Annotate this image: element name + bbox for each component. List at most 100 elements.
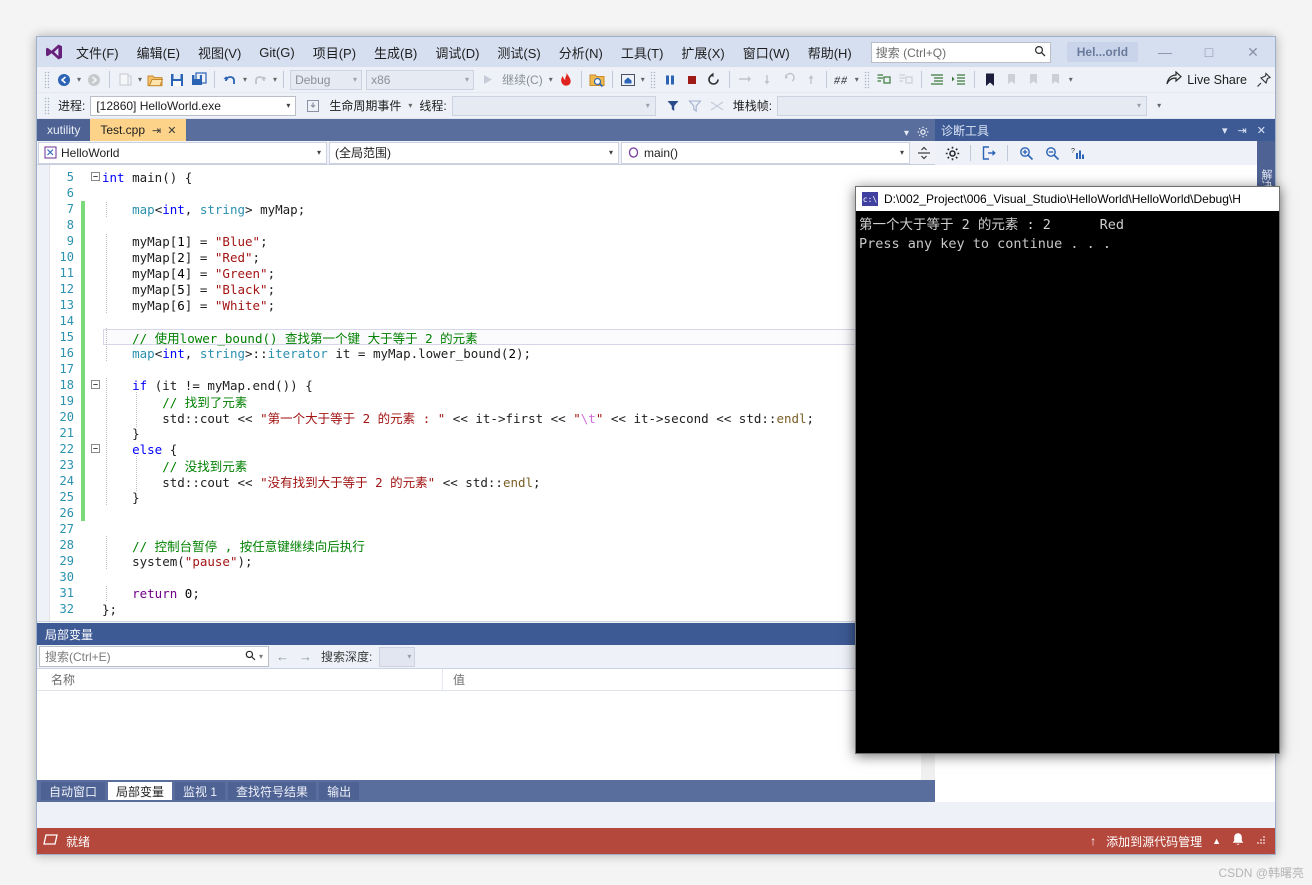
debugbar-overflow-icon[interactable]: ▾: [1155, 101, 1163, 110]
code-line[interactable]: 20 std::cout << "第一个大于等于 2 的元素 : " << it…: [37, 409, 935, 425]
resize-grip-icon[interactable]: [1255, 834, 1267, 849]
chevron-down-icon[interactable]: ▾: [1217, 124, 1233, 137]
solution-platform-combo[interactable]: x86 ▾: [366, 70, 474, 90]
unflag-threads-icon[interactable]: [706, 95, 728, 117]
code-line[interactable]: 7 map<int, string> myMap;: [37, 201, 935, 217]
thread-combo[interactable]: ▾: [452, 96, 656, 116]
continue-dropdown-icon[interactable]: ▾: [547, 75, 555, 84]
lifecycle-dropdown-icon[interactable]: ▾: [406, 101, 414, 110]
code-line[interactable]: 6: [37, 185, 935, 201]
close-icon[interactable]: ✕: [167, 124, 176, 137]
stop-icon[interactable]: [681, 69, 703, 91]
code-line[interactable]: 31 return 0;: [37, 585, 935, 601]
code-line[interactable]: 9 myMap[1] = "Blue";: [37, 233, 935, 249]
chart-help-icon[interactable]: ?: [1067, 142, 1089, 164]
zoom-out-icon[interactable]: [1041, 142, 1063, 164]
pin-icon[interactable]: ⇥: [152, 124, 161, 137]
live-share-button[interactable]: Live Share: [1166, 71, 1253, 89]
redo-icon[interactable]: [249, 69, 271, 91]
arrow-up-icon[interactable]: ↑: [1090, 834, 1096, 848]
continue-play-icon[interactable]: [476, 69, 498, 91]
console-title-bar[interactable]: c:\ D:\002_Project\006_Visual_Studio\Hel…: [856, 187, 1279, 211]
menu-project[interactable]: 项目(P): [304, 39, 365, 66]
close-button[interactable]: ✕: [1231, 38, 1275, 67]
save-all-icon[interactable]: [188, 69, 210, 91]
close-icon[interactable]: ✕: [1252, 124, 1271, 137]
step-over-down-icon[interactable]: [756, 69, 778, 91]
bookmarks-overflow-icon[interactable]: ▾: [1067, 75, 1075, 84]
menu-tools[interactable]: 工具(T): [612, 39, 673, 66]
toolbar-grip-3[interactable]: [864, 71, 870, 89]
code-line[interactable]: 32};: [37, 601, 935, 617]
code-line[interactable]: 11 myMap[4] = "Green";: [37, 265, 935, 281]
column-header-name[interactable]: 名称: [37, 669, 443, 691]
filter-threads-icon[interactable]: [662, 95, 684, 117]
tab-test-cpp[interactable]: Test.cpp ⇥ ✕: [90, 119, 186, 141]
code-line[interactable]: 26: [37, 505, 935, 521]
code-line[interactable]: 8: [37, 217, 935, 233]
continue-button-label[interactable]: 继续(C): [498, 71, 547, 88]
code-line[interactable]: 15 // 使用lower_bound() 查找第一个键 大于等于 2 的元素: [37, 329, 935, 345]
menu-help[interactable]: 帮助(H): [799, 39, 861, 66]
menu-debug[interactable]: 调试(D): [426, 39, 488, 66]
code-line[interactable]: 25 }: [37, 489, 935, 505]
maximize-button[interactable]: □: [1187, 38, 1231, 67]
tab-xutility[interactable]: xutility: [37, 119, 90, 141]
lifecycle-events-label[interactable]: 生命周期事件: [324, 97, 406, 114]
navigate-backward-icon[interactable]: [53, 69, 75, 91]
menu-analyze[interactable]: 分析(N): [550, 39, 612, 66]
debugbar-grip[interactable]: [44, 97, 50, 115]
process-combo[interactable]: [12860] HelloWorld.exe ▾: [90, 96, 296, 116]
flag-threads-icon[interactable]: [684, 95, 706, 117]
open-file-icon[interactable]: [144, 69, 166, 91]
bottom-tab-autos[interactable]: 自动窗口: [41, 782, 105, 800]
step-into-icon[interactable]: [778, 69, 800, 91]
navigate-forward-icon[interactable]: [83, 69, 105, 91]
zoom-in-icon[interactable]: [1015, 142, 1037, 164]
bottom-tab-output[interactable]: 输出: [319, 782, 359, 800]
project-combo[interactable]: HelloWorld ▾: [38, 142, 327, 164]
bottom-tab-locals[interactable]: 局部变量: [108, 782, 172, 800]
code-line[interactable]: 28 // 控制台暂停 , 按任意键继续向后执行: [37, 537, 935, 553]
bell-icon[interactable]: [1231, 832, 1245, 850]
console-window[interactable]: c:\ D:\002_Project\006_Visual_Studio\Hel…: [855, 186, 1280, 754]
code-line[interactable]: 5int main() {: [37, 169, 935, 185]
code-line[interactable]: 16 map<int, string>::iterator it = myMap…: [37, 345, 935, 361]
menu-view[interactable]: 视图(V): [189, 39, 250, 66]
toggle-bookmark-icon[interactable]: [979, 69, 1001, 91]
fold-toggle-icon[interactable]: [89, 444, 102, 455]
gear-icon[interactable]: [941, 142, 963, 164]
show-threads-dropdown-icon[interactable]: ▾: [853, 75, 861, 84]
redo-dropdown-icon[interactable]: ▾: [271, 75, 279, 84]
toolbar-grip-2[interactable]: [650, 71, 656, 89]
member-combo[interactable]: main() ▾: [621, 142, 910, 164]
search-depth-combo[interactable]: ▾: [379, 647, 415, 667]
source-control-label[interactable]: 添加到源代码管理: [1106, 833, 1202, 850]
restart-icon[interactable]: [703, 69, 725, 91]
clear-bookmarks-icon[interactable]: [1045, 69, 1067, 91]
increase-indent-icon[interactable]: [948, 69, 970, 91]
code-line[interactable]: 13 myMap[6] = "White";: [37, 297, 935, 313]
decrease-indent-icon[interactable]: [926, 69, 948, 91]
next-bookmark-icon[interactable]: [1023, 69, 1045, 91]
tab-list-dropdown-icon[interactable]: ▾: [904, 128, 909, 139]
comment-selection-icon[interactable]: [873, 69, 895, 91]
home-icon[interactable]: [617, 69, 639, 91]
split-editor-icon[interactable]: [913, 142, 935, 164]
hot-reload-icon[interactable]: [555, 69, 577, 91]
tab-settings-gear-icon[interactable]: [917, 126, 929, 141]
code-editor[interactable]: 5int main() {67 map<int, string> myMap;8…: [37, 165, 935, 621]
scope-combo[interactable]: (全局范围) ▾: [329, 142, 619, 164]
arrow-right-icon[interactable]: →: [294, 649, 317, 664]
menu-build[interactable]: 生成(B): [365, 39, 426, 66]
step-over-icon[interactable]: [734, 69, 756, 91]
navigate-backward-dropdown-icon[interactable]: ▾: [75, 75, 83, 84]
menu-extensions[interactable]: 扩展(X): [672, 39, 733, 66]
source-control-caret-icon[interactable]: ▲: [1212, 836, 1221, 846]
code-line[interactable]: 24 std::cout << "没有找到大于等于 2 的元素" << std:…: [37, 473, 935, 489]
minimize-button[interactable]: —: [1143, 38, 1187, 67]
arrow-left-icon[interactable]: ←: [271, 649, 294, 664]
code-line[interactable]: 30: [37, 569, 935, 585]
lifecycle-events-icon[interactable]: [302, 95, 324, 117]
menu-test[interactable]: 测试(S): [488, 39, 549, 66]
